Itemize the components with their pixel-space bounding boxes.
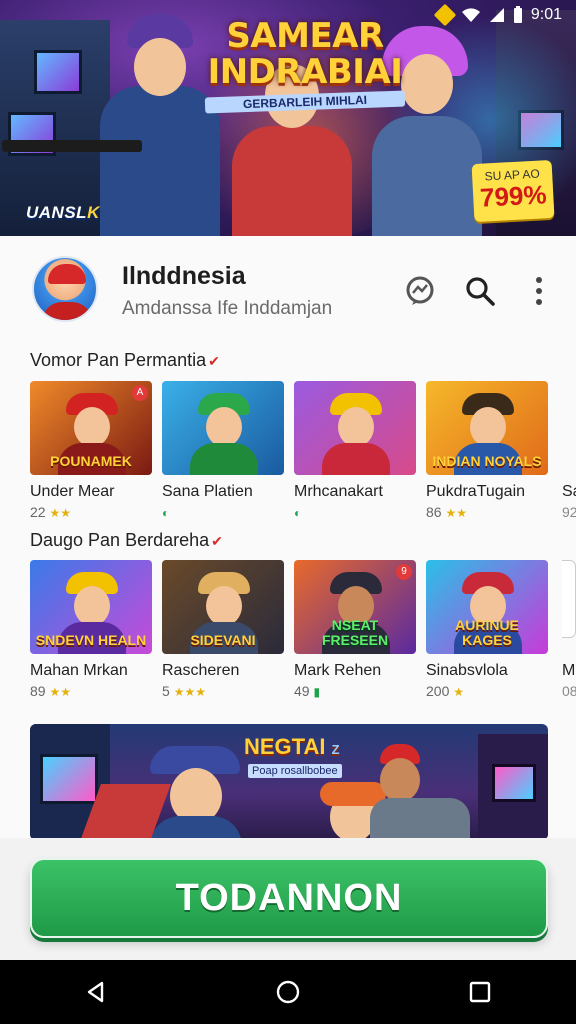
game-thumbnail: INDIAN NOYALS	[426, 381, 548, 475]
app-screen: SAMEAR INDRABIAI GERBARLEIH MIHLAI SU AP…	[0, 0, 576, 1024]
hero-logo: UANSLK	[26, 203, 100, 222]
game-card[interactable]: A POUNAMEK Under Mear 22 ★★	[30, 381, 152, 520]
game-card[interactable]: SIDEVANI Rascheren 5 ★★★	[162, 560, 284, 699]
chat-icon[interactable]	[403, 274, 437, 308]
hero-character-purple-hair	[372, 26, 482, 236]
section-title[interactable]: Vomor Pan Permantia ✔	[30, 350, 220, 371]
star-icon: ★★	[49, 506, 71, 520]
game-thumbnail: SIDEVANI	[162, 560, 284, 654]
hero-character-girl	[232, 44, 352, 236]
game-card[interactable]: Mrhcanakart ◐	[294, 381, 416, 520]
hero-character-gunner	[100, 14, 220, 236]
game-thumbnail: AURINUE KAGES	[426, 560, 548, 654]
promo-banner[interactable]: NEGTAI Z Poap rosallbobee	[30, 724, 548, 840]
game-card-peek[interactable]: Mi 08	[562, 560, 576, 699]
game-thumbnail	[294, 381, 416, 475]
star-icon: ★★	[445, 506, 467, 520]
system-nav-bar	[0, 960, 576, 1024]
hero-title: SAMEAR INDRABIAI	[207, 16, 403, 92]
app-subtitle: Amdanssa Ife Inddamjan	[122, 298, 333, 319]
star-icon: ★	[453, 685, 465, 699]
bottle-icon: ▮	[313, 685, 321, 699]
search-icon[interactable]	[463, 274, 497, 308]
discount-badge: SU AP AO 799%	[471, 159, 555, 223]
game-thumbnail	[162, 381, 284, 475]
back-icon[interactable]	[76, 972, 116, 1012]
game-row: A POUNAMEK Under Mear 22 ★★ Sana Platien…	[30, 381, 576, 531]
game-card[interactable]: AURINUE KAGES Sinabsvlola 200 ★	[426, 560, 548, 699]
clock: 9:01	[530, 6, 562, 23]
notification-icon	[433, 3, 457, 27]
signal-icon	[489, 8, 504, 22]
game-card[interactable]: INDIAN NOYALS PukdraTugain 86 ★★	[426, 381, 548, 520]
promo-subtitle: Poap rosallbobee	[248, 764, 342, 778]
star-icon: ★★★	[173, 685, 206, 699]
leaf-icon: ◐	[162, 506, 170, 520]
wifi-icon	[461, 8, 480, 22]
game-thumbnail: 9 NSEAT FRESEEN	[294, 560, 416, 654]
game-card[interactable]: 9 NSEAT FRESEEN Mark Rehen 49 ▮	[294, 560, 416, 699]
avatar[interactable]	[32, 256, 98, 322]
recents-icon[interactable]	[460, 972, 500, 1012]
home-icon[interactable]	[268, 972, 308, 1012]
app-header: Ilnddnesia Amdanssa Ife Inddamjan	[0, 252, 576, 332]
section-title[interactable]: Daugo Pan Berdareha ✔	[30, 530, 223, 551]
hero-banner[interactable]: SAMEAR INDRABIAI GERBARLEIH MIHLAI SU AP…	[0, 0, 576, 236]
battery-icon	[513, 6, 522, 23]
primary-cta-button[interactable]: TODANNON	[30, 858, 548, 938]
game-card-peek[interactable]: Sa 92	[562, 381, 576, 520]
game-row: SNDEVN HEALN Mahan Mrkan 89 ★★ SIDEVANI …	[30, 560, 576, 710]
game-card[interactable]: Sana Platien ◐	[162, 381, 284, 520]
app-title: Ilnddnesia	[122, 262, 246, 290]
more-vert-icon[interactable]	[522, 274, 556, 308]
star-icon: ★★	[49, 685, 71, 699]
game-card[interactable]: SNDEVN HEALN Mahan Mrkan 89 ★★	[30, 560, 152, 699]
cta-area: TODANNON	[0, 838, 576, 960]
leaf-icon: ◐	[294, 506, 302, 520]
promo-title: NEGTAI Z	[244, 734, 340, 759]
rifle-icon	[2, 140, 142, 152]
game-thumbnail: SNDEVN HEALN	[30, 560, 152, 654]
status-bar: 9:01	[433, 3, 562, 27]
game-thumbnail: A POUNAMEK	[30, 381, 152, 475]
